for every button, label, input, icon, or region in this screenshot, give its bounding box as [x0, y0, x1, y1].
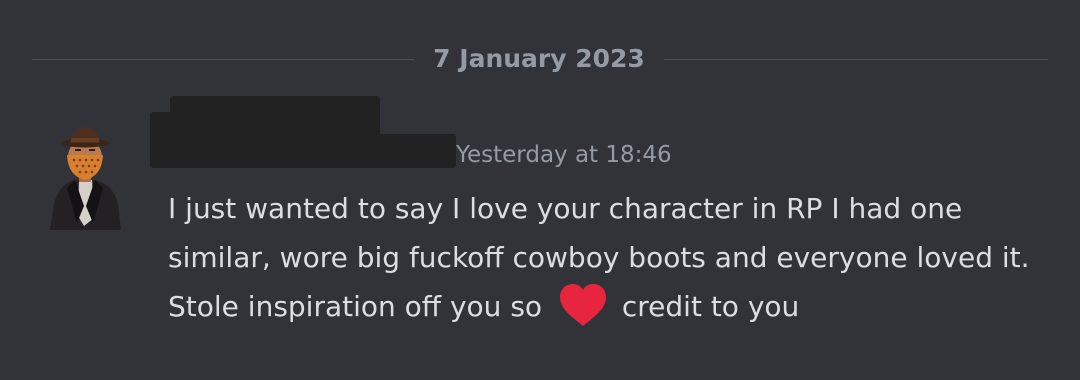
heart-icon	[557, 282, 609, 328]
divider-line-left	[32, 59, 414, 60]
message-content: I just wanted to say I love your charact…	[168, 184, 1048, 331]
divider-date: 7 January 2023	[433, 44, 645, 73]
divider-line-right	[664, 59, 1048, 60]
avatar-icon	[50, 127, 121, 230]
message-text-end: credit to you	[621, 290, 800, 323]
username-redaction	[150, 134, 456, 168]
message-timestamp: Yesterday at 18:46	[456, 142, 672, 168]
avatar[interactable]	[47, 126, 123, 230]
date-divider: 7 January 2023	[32, 44, 1048, 74]
